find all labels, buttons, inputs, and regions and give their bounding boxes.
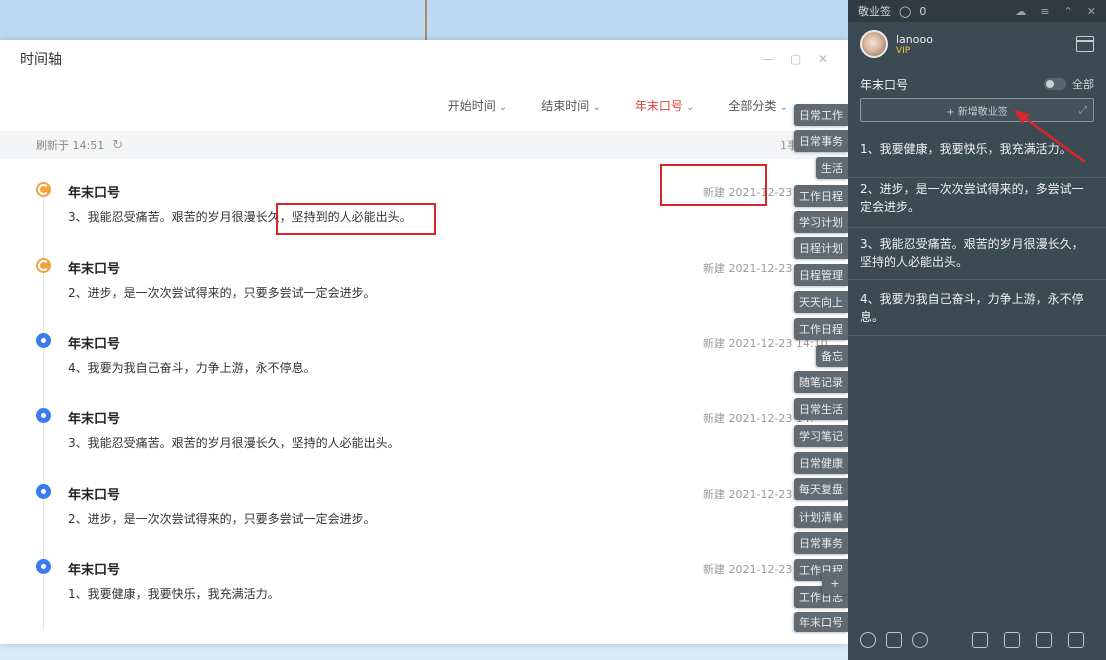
notes-panel: 敬业签 ◯ 0 ☁ ≡ ⌃ ✕ lanooo VIP 年末口号 全部 + 新增敬… [848,0,1106,660]
highlight-box-time [660,164,767,206]
message-count: 0 [919,4,927,18]
vip-badge: VIP [896,45,911,56]
entry-text: 2、进步，是一次次尝试得来的，只要多尝试一定会进步。 [68,286,376,300]
entry-title: 年末口号 [68,488,121,503]
category-tab[interactable]: 学习计划 [794,211,848,233]
view-toggle[interactable] [1044,78,1066,90]
timeline-dot-icon [36,182,51,197]
note-text: 4、我要为我自己奋斗，力争上游，永不停息。 [860,292,1084,324]
avatar[interactable] [860,30,888,58]
calendar-view-icon[interactable] [1068,632,1084,648]
entry-title: 年末口号 [68,337,121,352]
panel-controls: ☁ ≡ ⌃ ✕ [1015,5,1106,18]
document-icon[interactable] [886,632,902,648]
timeline-entry[interactable]: 年末口号 2、进步，是一次次尝试得来的，只要多尝试一定会进步。 新建 2021-… [0,246,848,316]
minimize-icon[interactable]: — [762,52,774,66]
arrow-head [1014,110,1030,124]
window-title: 时间轴 [20,52,62,68]
message-icon[interactable]: ◯ [899,5,911,18]
search-icon[interactable] [912,632,928,648]
end-time-dropdown[interactable]: 结束时间 [541,97,601,114]
entry-text: 3、我能忍受痛苦。艰苦的岁月很漫长久，坚持的人必能出头。 [68,436,400,450]
entry-title: 年末口号 [68,186,121,201]
menu-icon[interactable]: ≡ [1040,5,1049,18]
note-item[interactable]: 4、我要为我自己奋斗，力争上游，永不停息。 [848,290,1106,336]
category-tab[interactable]: 每天复盘 [794,478,848,500]
category-tab[interactable]: 日常健康 [794,452,848,474]
close-icon[interactable]: ✕ [1087,5,1096,18]
note-item[interactable]: 2、进步，是一次次尝试得来的，多尝试一定会进步。 [848,180,1106,228]
notes-filter-dropdown[interactable]: 全部 [1072,76,1094,92]
user-info[interactable]: lanooo VIP [860,30,933,58]
category-tab[interactable]: 工作日程 [794,318,848,340]
category-dropdown[interactable]: 年末口号 [635,97,695,114]
entry-title: 年末口号 [68,563,121,578]
category-tab[interactable]: 计划清单 [794,506,848,528]
category-tab[interactable]: 日常事务 [794,130,848,152]
arrow-shaft [1021,114,1086,164]
entry-text: 2、进步，是一次次尝试得来的，只要多尝试一定会进步。 [68,512,376,526]
category-tab[interactable]: 随笔记录 [794,371,848,393]
category-tab[interactable]: 日程计划 [794,237,848,259]
username: lanooo [896,32,933,46]
entry-title: 年末口号 [68,262,121,277]
timeline-entry[interactable]: 年末口号 4、我要为我自己奋斗，力争上游，永不停息。 新建 2021-12-23… [0,321,848,391]
category-tab[interactable]: 日常生活 [794,398,848,420]
new-note-placeholder: + 新增敬业签 [946,106,1008,118]
window-controls: — ▢ ✕ [762,52,830,66]
notes-bottom-toolbar [860,632,1094,648]
timeline-dot-icon [36,258,51,273]
app-label: 敬业签 [858,5,891,18]
upload-icon[interactable] [972,632,988,648]
layout-icon[interactable] [1036,632,1052,648]
refresh-bar: 刷新于 14:51 ↻ 1事 [0,131,848,159]
timeline-entry[interactable]: 年末口号 3、我能忍受痛苦。艰苦的岁月很漫长久，坚持的人必能出头。 新建 202… [0,396,848,466]
clock-icon[interactable] [860,632,876,648]
entry-text: 4、我要为我自己奋斗，力争上游，永不停息。 [68,361,316,375]
note-text: 3、我能忍受痛苦。艰苦的岁月很漫长久，坚持的人必能出头。 [860,237,1084,269]
add-category-button[interactable]: + [822,572,848,594]
refresh-label: 刷新于 14:51 [36,139,105,152]
annotation-arrow [1014,110,1086,164]
category-tab[interactable]: 日常事务 [794,532,848,554]
category-tab[interactable]: 备忘 [816,345,848,367]
timeline-dot-icon [36,408,51,423]
calendar-icon[interactable] [1076,36,1094,52]
note-item[interactable]: 3、我能忍受痛苦。艰苦的岁月很漫长久，坚持的人必能出头。 [848,235,1106,280]
highlight-box-text [276,203,436,235]
start-time-dropdown[interactable]: 开始时间 [448,97,508,114]
desktop-divider [425,0,427,40]
maximize-icon[interactable]: ▢ [790,52,802,66]
category-tab[interactable]: 日常工作 [794,104,848,126]
category-tab[interactable]: 年末口号 [794,612,848,632]
skin-icon[interactable]: ☁ [1015,5,1026,18]
category-tab[interactable]: 日程管理 [794,264,848,286]
timeline-dot-icon [36,484,51,499]
timeline-dot-icon [36,559,51,574]
image-icon[interactable] [1004,632,1020,648]
filter-toolbar: 开始时间 结束时间 年末口号 全部分类 [0,90,848,120]
collapse-icon[interactable]: ⌃ [1064,5,1073,18]
note-text: 2、进步，是一次次尝试得来的，多尝试一定会进步。 [860,182,1084,214]
notes-topbar: 敬业签 ◯ 0 ☁ ≡ ⌃ ✕ [848,0,1106,22]
timeline-entry[interactable]: 年末口号 2、进步，是一次次尝试得来的，只要多尝试一定会进步。 新建 2021-… [0,472,848,542]
category-tab[interactable]: 天天向上 [794,291,848,313]
entry-title: 年末口号 [68,412,121,427]
category-tab[interactable]: 生活 [816,157,848,179]
category-tab[interactable]: 工作日程 [794,185,848,207]
notes-heading: 年末口号 [860,78,909,92]
timeline-dot-icon [36,333,51,348]
refresh-icon[interactable]: ↻ [112,138,123,153]
entry-text: 1、我要健康，我要快乐，我充满活力。 [68,587,280,601]
timeline-window: 时间轴 — ▢ ✕ 开始时间 结束时间 年末口号 全部分类 刷新于 14:51 … [0,40,848,644]
category-tab-stack: 日常工作 日常事务 生活 工作日程 学习计划 日程计划 日程管理 天天向上 工作… [756,104,848,644]
close-icon[interactable]: ✕ [818,52,830,66]
category-tab[interactable]: 学习笔记 [794,425,848,447]
timeline-entry[interactable]: 年末口号 1、我要健康，我要快乐，我充满活力。 新建 2021-12-23 14… [0,547,848,617]
